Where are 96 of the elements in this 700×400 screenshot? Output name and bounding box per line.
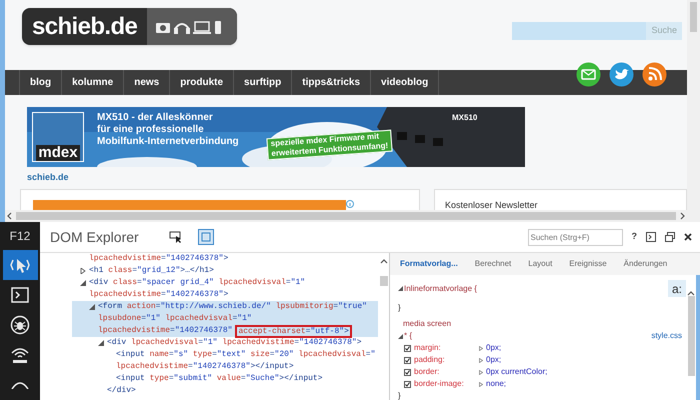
- dom-node[interactable]: <input type="submit" value="Suche"></input>: [72, 373, 378, 385]
- source-link[interactable]: style.css: [651, 330, 682, 342]
- dom-node[interactable]: <div lpcachedvisval="1" lpcachedvistime="1402746378">: [72, 337, 378, 349]
- code-line: lpcachedvistime="1402746378">: [89, 253, 228, 265]
- advertisement-banner[interactable]: mdex MX510 - der Alleskönner für eine professionelle Mobilfunk-Internetverbindung spezielle mdex Firmware mit erweitertem Funktionsumfang! MX510: [27, 107, 525, 167]
- property-value: 0px currentColor;: [486, 366, 548, 378]
- help-button[interactable]: ?: [632, 230, 637, 244]
- mail-icon[interactable]: [576, 62, 601, 87]
- scroll-up-icon[interactable]: [380, 259, 388, 264]
- console-icon: [11, 287, 29, 304]
- tool-tab[interactable]: [2, 250, 38, 280]
- code-line: lpcachedvistime="1402746378": [98, 325, 232, 337]
- nav-link[interactable]: videoblog: [371, 70, 440, 95]
- rule-brace: }: [398, 390, 402, 400]
- code-line: lpcachedvistime="1402746378"></input>: [116, 361, 294, 373]
- expanded-triangle-icon[interactable]: [89, 304, 95, 310]
- horizontal-scrollbar[interactable]: [5, 210, 687, 222]
- scroll-up-icon[interactable]: [687, 291, 695, 296]
- site-logo[interactable]: schieb.de: [22, 8, 237, 45]
- code-line: <h1 class="grid_12">…</h1>: [89, 265, 214, 277]
- expand-triangle-icon[interactable]: [479, 358, 483, 362]
- state-button[interactable]: a:: [668, 280, 686, 297]
- console-icon[interactable]: [646, 232, 656, 242]
- code-line: <div lpcachedvisval="1" lpcachedvistime="1402746378">: [107, 337, 362, 349]
- styles-tab[interactable]: Formatvorlag...: [400, 258, 458, 270]
- media-query: media screen: [403, 318, 452, 330]
- expanded-triangle-icon[interactable]: [398, 334, 403, 338]
- property-name: margin:: [414, 342, 442, 354]
- property-value: 0px;: [486, 342, 502, 354]
- bug-icon: [10, 315, 30, 336]
- dom-node[interactable]: <input name="s" type="text" size="20" lpcachedvisval=" lpcachedvistime="1402746378"></input>: [72, 349, 378, 373]
- expanded-triangle-icon[interactable]: [398, 286, 403, 291]
- dom-node[interactable]: <div class="spacer grid_4" lpcachedvisval="1" lpcachedvistime="1402746378">: [72, 277, 378, 301]
- inline-style-rule[interactable]: Inlineformatvorlage {: [404, 282, 477, 294]
- undock-icon[interactable]: [665, 232, 675, 242]
- vertical-scrollbar[interactable]: [687, 0, 700, 222]
- property-value: 0px;: [486, 354, 502, 366]
- property-checkbox[interactable]: [404, 380, 411, 388]
- code-line: lpsubdone="1" lpcachedvisval="1": [98, 313, 252, 325]
- highlighted-attribute: accept-charset="utf-8">: [235, 324, 352, 338]
- search-field[interactable]: Suchen (Strg+F): [528, 228, 622, 246]
- expanded-triangle-icon[interactable]: [98, 340, 104, 346]
- dom-node[interactable]: lpcachedvistime="1402746378">: [72, 253, 378, 265]
- dom-node[interactable]: <form action="http://www.schieb.de/" lpsubmitorig="true" lpsubdone="1" lpcachedvisval="1" lpcachedvistime="1402746378" accept-charset="utf-8">: [72, 301, 378, 337]
- nav-link[interactable]: produkte: [170, 70, 234, 95]
- bird-icon[interactable]: [609, 62, 634, 87]
- device-label: MX510: [452, 112, 478, 124]
- close-icon[interactable]: [684, 233, 692, 241]
- code-line: <input type="submit" value="Suche"></input>: [116, 373, 323, 385]
- scroll-thumb[interactable]: [690, 2, 697, 32]
- expand-triangle-icon[interactable]: [479, 346, 483, 350]
- scroll-thumb[interactable]: [380, 276, 388, 286]
- code-line: <form action="http://www.schieb.de/" lpsubmitorig="true": [98, 301, 367, 313]
- code-line: <div class="spacer grid_4" lpcachedvisval="1": [89, 277, 306, 289]
- nav-link[interactable]: tipps&tricks: [292, 70, 372, 95]
- gauge-icon: [10, 381, 30, 390]
- nav-link[interactable]: blog: [20, 70, 62, 95]
- info-icon[interactable]: [346, 200, 354, 208]
- property-value: none;: [486, 378, 506, 390]
- box-highlight-icon[interactable]: [198, 229, 214, 245]
- f12-label: F12: [10, 228, 30, 246]
- pointer-icon: [10, 256, 30, 274]
- scroll-left-icon[interactable]: [7, 212, 12, 220]
- code-line: </div>: [107, 385, 136, 397]
- expanded-triangle-icon[interactable]: [80, 280, 86, 286]
- expand-triangle-icon[interactable]: [479, 382, 483, 386]
- banner-headline: MX510 - der Alleskönner für eine professionelle Mobilfunk-Internetverbindung: [97, 112, 239, 148]
- styles-tab[interactable]: Ereignisse: [569, 258, 607, 270]
- scroll-thumb[interactable]: [16, 212, 676, 220]
- styles-tab[interactable]: Berechnet: [474, 258, 512, 270]
- styles-tab[interactable]: Änderungen: [624, 258, 668, 270]
- property-checkbox[interactable]: [404, 344, 411, 352]
- site-link[interactable]: schieb.de: [27, 171, 687, 184]
- rule-selector[interactable]: * {: [404, 330, 412, 342]
- rss-icon[interactable]: [642, 62, 667, 87]
- panel-title: DOM Explorer: [50, 228, 139, 247]
- scroll-right-icon[interactable]: [680, 212, 685, 220]
- scroll-thumb[interactable]: [688, 296, 694, 376]
- newsletter-title: Kostenloser Newsletter: [445, 200, 538, 210]
- nav-link[interactable]: kolumne: [62, 70, 124, 95]
- code-line: lpcachedvistime="1402746378">: [89, 289, 228, 301]
- property-checkbox[interactable]: [404, 356, 411, 364]
- property-name: padding:: [414, 354, 446, 366]
- property-name: border:: [414, 366, 440, 378]
- dom-node[interactable]: <h1 class="grid_12">…</h1>: [72, 265, 378, 277]
- property-name: border-image:: [414, 378, 465, 390]
- code-line: <input name="s" type="text" size="20" lpcachedvisval=": [116, 349, 376, 361]
- nav-link[interactable]: news: [124, 70, 170, 95]
- brand-logo: mdex: [32, 112, 84, 162]
- property-checkbox[interactable]: [404, 368, 411, 376]
- collapsed-triangle-icon[interactable]: [80, 268, 86, 274]
- pointer-icon[interactable]: [168, 231, 183, 243]
- expand-triangle-icon[interactable]: [479, 370, 483, 374]
- styles-tab[interactable]: Layout: [528, 258, 552, 270]
- nav-link[interactable]: surftipp: [234, 70, 292, 95]
- rule-brace: }: [398, 302, 402, 314]
